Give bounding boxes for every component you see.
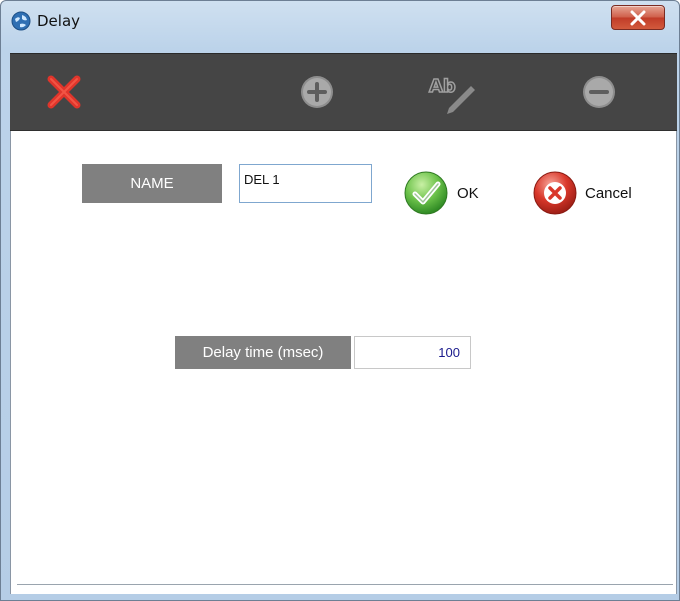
svg-text:Ab: Ab <box>429 76 456 97</box>
minus-circle-icon <box>583 76 615 108</box>
ok-label: OK <box>457 184 479 202</box>
close-icon <box>630 10 646 26</box>
add-button[interactable] <box>297 54 337 130</box>
plus-circle-icon <box>301 76 333 108</box>
delay-time-label: Delay time (msec) <box>175 336 351 369</box>
window-title: Delay <box>37 12 81 30</box>
red-x-icon <box>47 75 81 109</box>
dialog-window: Delay Ab NAME DEL 1 OK Cancel Delay time… <box>0 0 680 601</box>
rename-ab-pen-icon: Ab <box>428 75 475 114</box>
cancel-label: Cancel <box>585 184 632 202</box>
globe-app-icon <box>11 11 31 31</box>
green-check-icon <box>404 171 448 215</box>
ok-button[interactable]: OK <box>403 170 479 216</box>
toolbar: Ab <box>10 53 677 132</box>
bottom-divider <box>17 584 673 585</box>
title-bar: Delay <box>1 1 679 51</box>
delay-time-input[interactable]: 100 <box>354 336 471 369</box>
remove-button[interactable] <box>579 54 619 130</box>
cancel-button[interactable]: Cancel <box>532 170 632 216</box>
delete-button[interactable] <box>44 54 84 130</box>
red-cancel-icon <box>533 171 577 215</box>
window-close-button[interactable] <box>611 5 665 30</box>
rename-button[interactable]: Ab <box>425 54 481 130</box>
name-label: NAME <box>82 164 222 203</box>
name-input[interactable]: DEL 1 <box>239 164 372 203</box>
dialog-content: NAME DEL 1 OK Cancel Delay time (msec) 1… <box>10 131 677 594</box>
